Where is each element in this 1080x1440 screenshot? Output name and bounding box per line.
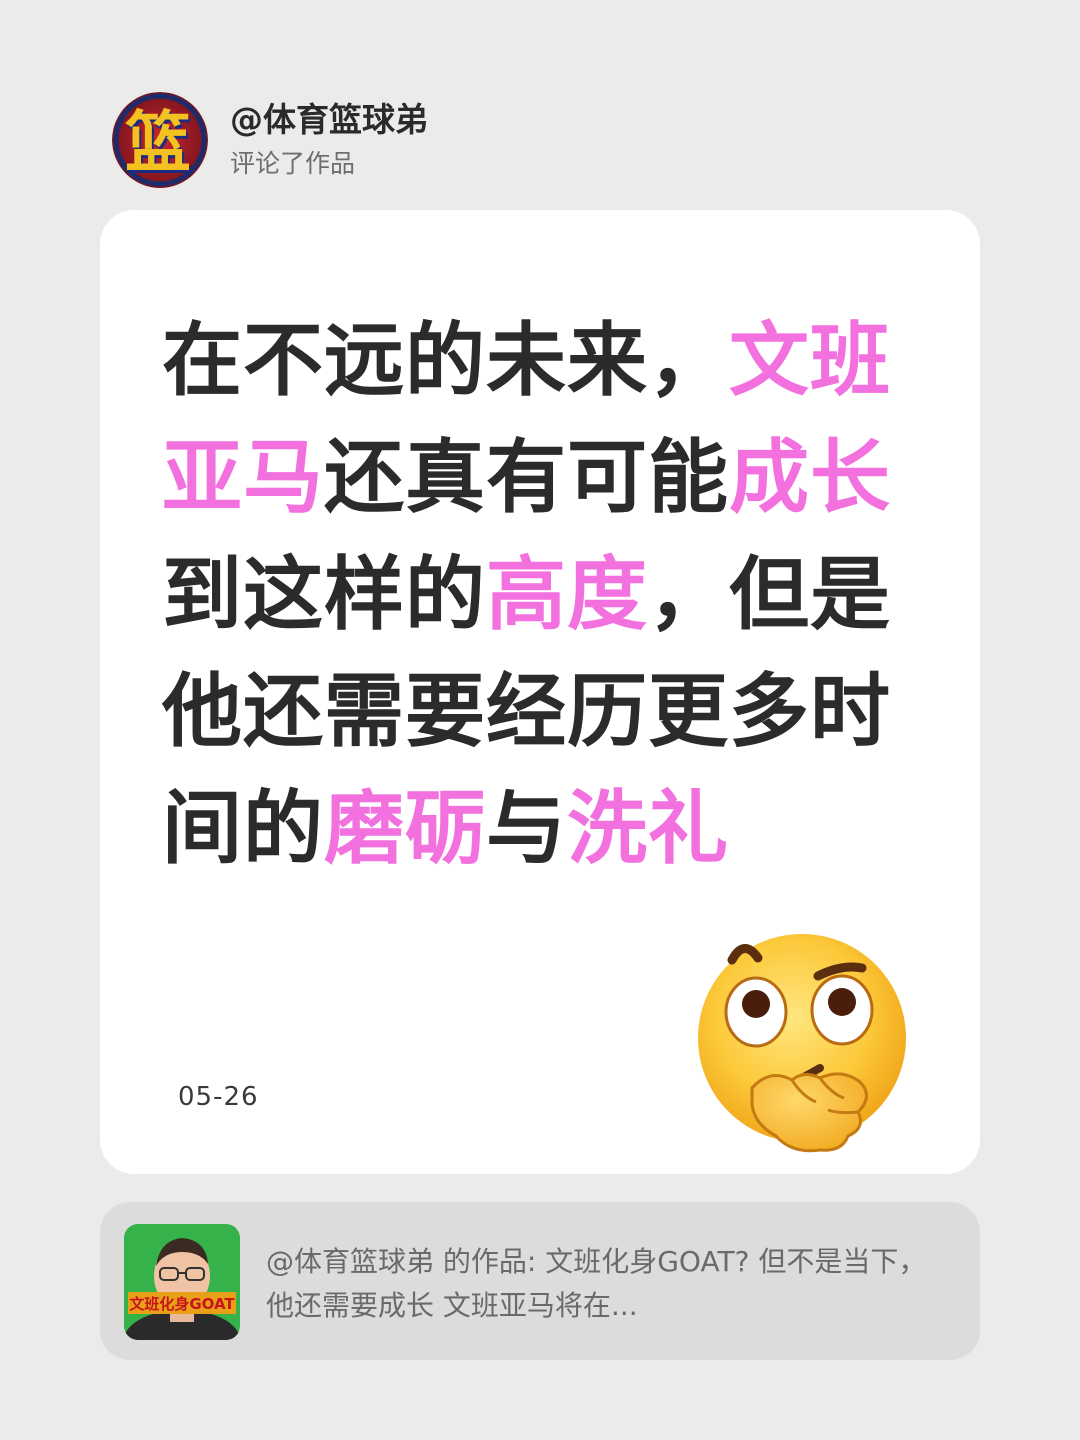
comment-card: 在不远的未来，文班亚马还真有可能成长到这样的高度，但是他还需要经历更多时间的磨砺… (100, 210, 980, 1174)
thumbnail-caption: 文班化身GOAT (129, 1295, 235, 1313)
comment-highlight: 高度 (486, 548, 648, 641)
author-info: @体育篮球弟 评论了作品 (230, 98, 428, 182)
comment-highlight: 磨砺 (324, 782, 486, 875)
comment-text: 在不远的未来，文班亚马还真有可能成长到这样的高度，但是他还需要经历更多时间的磨砺… (162, 302, 932, 887)
referenced-work-card[interactable]: 文班化身GOAT @体育篮球弟 的作品: 文班化身GOAT? 但不是当下，他还需… (100, 1202, 980, 1360)
author-avatar[interactable]: 篮 篮 (112, 92, 208, 188)
avatar-character-front: 篮 (125, 104, 191, 181)
comment-segment: 与 (486, 782, 567, 875)
comment-highlight: 洗礼 (567, 782, 729, 875)
referenced-work-text[interactable]: @体育篮球弟 的作品: 文班化身GOAT? 但不是当下，他还需要成长 文班亚马将… (266, 1240, 952, 1328)
basketball-logo-icon: 篮 篮 (112, 92, 208, 188)
author-name[interactable]: @体育篮球弟 (230, 98, 428, 142)
thinking-face-icon (692, 928, 918, 1156)
comment-header: 篮 篮 @体育篮球弟 评论了作品 (112, 92, 428, 188)
comment-segment: 还真有可能 (324, 431, 729, 524)
comment-segment: 在不远的未来， (162, 314, 729, 407)
comment-highlight: 成长 (729, 431, 891, 524)
author-action: 评论了作品 (230, 149, 356, 178)
work-thumbnail[interactable]: 文班化身GOAT (124, 1224, 240, 1340)
comment-date: 05-26 (178, 1082, 259, 1112)
comment-segment: 到这样的 (162, 548, 486, 641)
